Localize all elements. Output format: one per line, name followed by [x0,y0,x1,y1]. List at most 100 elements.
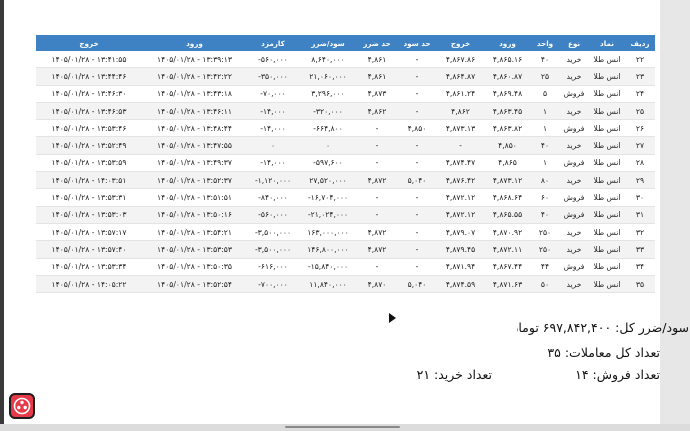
table-row: ۳۳ انس طلا خرید ۲۵۰ ۴,۸۷۲.۱۱ ۴,۸۷۹.۴۵-۴,۸۷۲ ۱۴… [36,240,655,259]
table-cell: ۲۵ [625,102,655,121]
table-cell: ۰ [247,136,299,155]
table-cell: ۱۴۰۵/۰۱/۲۸ - ۱۳:۴۴:۴۶ [36,67,142,86]
table-cell: - [397,154,437,173]
table-cell: ۵,۰۴۰ [397,171,437,190]
table-cell: ۱۴۰۵/۰۱/۲۸ - ۱۳:۴۶:۵۳ [36,102,142,121]
table-cell: ۴,۸۷۲ [357,240,397,259]
table-cell: انس طلا [589,258,625,276]
table-cell: ۵۰ [531,275,559,294]
right-panel [660,0,690,431]
table-cell: ۱۴۰۵/۰۱/۲۸ - ۱۳:۴۱:۵۵ [36,51,142,69]
table-cell: ۴,۸۷۴.۵۹ [437,275,484,294]
table-cell: انس طلا [589,119,625,138]
table-cell: ۴,۸۶۵.۱۶ [484,51,531,69]
table-cell: ۴,۸۶۵.۵۵ [484,206,531,224]
table-cell: ۲۹ [625,171,655,190]
table-cell: ۴,۸۷۳ [357,85,397,103]
table-cell: فروش [559,206,589,224]
screen: ردیف نماد نوع واحد ورود خروج حد سود حد ضرر سود/ض… [0,0,690,431]
table-row: ۲۳ انس طلا خرید ۲۵ ۴,۸۶۰.۸۷ ۴,۸۶۴.۸۷-۴,۸۶۱ ۲۱,… [36,67,655,86]
table-row: ۲۹ انس طلا خرید ۸۰ ۴,۸۷۳.۱۲ ۴,۸۷۶.۴۲ ۵,۰۴۰ ۴,۸۷… [36,171,655,190]
table-cell: - [397,206,437,224]
column-header: سود/ضرر [299,35,357,51]
table-cell: ۳۲ [625,223,655,242]
header-row: ردیف نماد نوع واحد ورود خروج حد سود حد ضرر سود/ض… [36,35,655,51]
table-cell: ۴,۸۶۹.۴۸ [484,85,531,103]
table-cell: ۱۴۰۵/۰۱/۲۸ - ۱۳:۵۲:۳۷ [142,171,247,190]
table-cell: ۴,۸۷۳.۱۲ [484,171,531,190]
table-cell: -۵۹۷,۶۰۰ [299,154,357,173]
column-header: ورود [484,35,531,51]
table-cell: ۱۴۰۵/۰۱/۲۸ - ۱۳:۵۷:۴۰ [36,240,142,259]
table-cell: ۴,۸۶۳.۴۵ [484,102,531,121]
table-cell: ۲۲ [625,51,655,69]
mouse-pointer-icon [389,313,396,323]
table-cell: ۴,۸۶۳.۸۲ [484,119,531,138]
table-cell: ۰ [299,136,357,155]
table-cell: ۳۵ [625,275,655,294]
table-cell: -۲۱,۰۲۴,۰۰۰ [299,206,357,224]
table-cell: ۴,۸۷۳.۱۳ [437,119,484,138]
table-cell: ۴,۸۶۱ [357,51,397,69]
table-cell: ۴,۸۷۹.۴۵ [437,240,484,259]
table-cell: ۱۴۰۵/۰۱/۲۸ - ۱۳:۴۶:۳۰ [36,85,142,103]
table-cell: - [357,136,397,155]
table-cell: - [397,51,437,69]
table-cell: انس طلا [589,188,625,207]
table-row: ۲۴ انس طلا فروش ۵ ۴,۸۶۹.۴۸ ۴,۸۶۱.۲۴-۴,۸۷۳ ۳,۲۹… [36,85,655,103]
table-cell: ۲۵۰ [531,223,559,242]
table-row: ۳۰ انس طلا فروش ۶۰ ۴,۸۶۸.۶۴ ۴,۸۷۲.۱۲- - -۱۶,۷۰۴… [36,188,655,207]
column-header: حد ضرر [357,35,397,51]
table-cell: ۴,۸۷۲ [357,171,397,190]
table-cell: انس طلا [589,85,625,103]
column-header: ردیف [625,35,655,51]
table-cell: - [397,240,437,259]
home-indicator[interactable] [285,426,400,428]
table-cell: ۴,۸۷۲.۱۲ [437,206,484,224]
table-cell: ۴,۸۵۰ [397,119,437,138]
table-cell: ۲۶ [625,119,655,138]
table-cell: ۶۰ [531,188,559,207]
table-cell: - [357,154,397,173]
table-cell: ۱۴۰۵/۰۱/۲۸ - ۱۳:۵۲:۴۹ [36,136,142,155]
table-cell: - [357,188,397,207]
column-header: نوع [559,35,589,51]
column-header: خروج [437,35,484,51]
table-cell: ۲۵۰ [531,240,559,259]
table-cell: ۸۰ [531,171,559,190]
table-cell: - [357,119,397,138]
total-profit-label: سود/ضرر کل: [615,320,689,335]
table-cell: ۴,۸۷۰ [357,275,397,294]
column-header: حد سود [397,35,437,51]
column-header: ورود [142,35,247,51]
app-logo-icon[interactable] [9,393,35,419]
table-cell: انس طلا [589,240,625,259]
trades-table: ردیف نماد نوع واحد ورود خروج حد سود حد ضرر سود/ض… [36,35,655,294]
table-cell: ۴,۸۶۲ [357,102,397,121]
table-cell: ۲۵ [531,67,559,86]
table-cell: - [357,206,397,224]
table-cell: ۱۴۰۵/۰۱/۲۸ - ۱۴:۰۳:۵۱ [36,171,142,190]
table-cell: ۴,۸۷۱.۹۴ [437,258,484,276]
table-row: ۳۲ انس طلا خرید ۲۵۰ ۴,۸۷۰.۹۲ ۴,۸۷۹.۰۷-۴,۸۷۲ ۱۶… [36,223,655,242]
buy-count: تعداد خرید: ۲۱ [412,367,492,382]
table-cell: ۲۳ [625,67,655,86]
table-row: ۲۸ انس طلا فروش ۱ ۴,۸۶۵ ۴,۸۷۴.۴۷- - -۵۹۷,۶۰۰ -۱۴… [36,154,655,173]
table-cell: ۱۴۰۵/۰۱/۲۸ - ۱۳:۴۲:۲۲ [142,67,247,86]
table-cell: -۶۱۶,۰۰۰ [247,258,299,276]
table-cell: ۱۴۰۵/۰۱/۲۸ - ۱۳:۴۸:۴۴ [142,119,247,138]
table-cell: ۸,۶۴۰,۰۰۰ [299,51,357,69]
table-cell: ۴,۸۶۷.۴۴ [484,258,531,276]
table-cell: - [397,67,437,86]
table-row: ۲۷ انس طلا خرید ۴۰ ۴,۸۵۰- - -۰ ۰ ۱۴۰۵/۰۱/۲۸ - ۱۳… [36,136,655,155]
left-edge [0,0,4,431]
table-cell: ۴,۸۶۲ [437,102,484,121]
table-cell: ۱۴۰۵/۰۱/۲۸ - ۱۳:۴۳:۱۸ [142,85,247,103]
table-cell: ۳۰ [625,188,655,207]
table-cell: ۳۱ [625,206,655,224]
table-row: ۳۵ انس طلا خرید ۵۰ ۴,۸۷۱.۶۳ ۴,۸۷۴.۵۹ ۵,۰۴۰ ۴,۸۷… [36,275,655,294]
table-body: ۲۲ انس طلا خرید ۴۰ ۴,۸۶۵.۱۶ ۴,۸۶۷.۸۶-۴,۸۶۱ ۸,۶… [36,51,655,294]
table-cell: - [397,136,437,155]
table-cell: - [397,188,437,207]
table-cell: ۴,۸۵۰ [484,136,531,155]
